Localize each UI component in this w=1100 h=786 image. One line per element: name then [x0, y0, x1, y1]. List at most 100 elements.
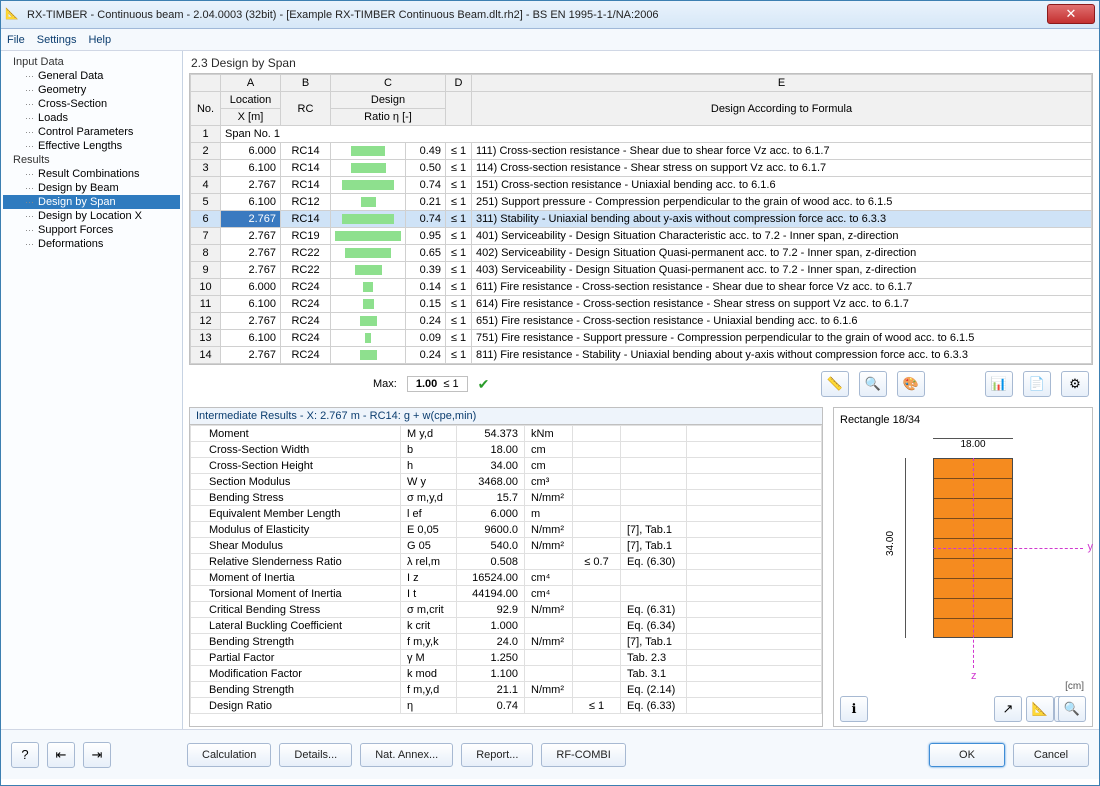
- cancel-button[interactable]: Cancel: [1013, 743, 1089, 767]
- tree-results[interactable]: Results: [3, 153, 180, 167]
- table-row[interactable]: 56.100RC120.21≤ 1251) Support pressure -…: [191, 194, 1092, 211]
- hdr-ratio: Ratio η [-]: [331, 109, 446, 126]
- tree-item[interactable]: Design by Span: [3, 195, 180, 209]
- dim-height: 34.00: [905, 458, 906, 638]
- import-icon[interactable]: ⇤: [47, 742, 75, 768]
- diagram-title: Rectangle 18/34: [838, 412, 1088, 428]
- result-row: Moment of InertiaI z16524.00cm⁴: [191, 570, 822, 586]
- details-button[interactable]: Details...: [279, 743, 352, 767]
- app-icon: 📐: [5, 7, 21, 23]
- menu-help[interactable]: Help: [88, 34, 111, 46]
- result-row: Lateral Buckling Coefficientk crit1.000E…: [191, 618, 822, 634]
- tool-2-icon[interactable]: 🔍: [859, 371, 887, 397]
- tree-item[interactable]: Loads: [3, 111, 180, 125]
- tree-item[interactable]: Design by Location X: [3, 209, 180, 223]
- result-row: Critical Bending Stressσ m,crit92.9N/mm²…: [191, 602, 822, 618]
- result-row: Cross-Section Widthb18.00cm: [191, 442, 822, 458]
- result-row: Section ModulusW y3468.00cm³: [191, 474, 822, 490]
- hdr-rc: RC: [281, 92, 331, 126]
- tool-6-icon[interactable]: ⚙: [1061, 371, 1089, 397]
- intermediate-title: Intermediate Results - X: 2.767 m - RC14…: [190, 408, 822, 425]
- tool-1-icon[interactable]: 📏: [821, 371, 849, 397]
- tree-item[interactable]: General Data: [3, 69, 180, 83]
- col-d: D: [446, 75, 472, 92]
- table-row[interactable]: 142.767RC240.24≤ 1811) Fire resistance -…: [191, 347, 1092, 364]
- hdr-xm: X [m]: [221, 109, 281, 126]
- table-row[interactable]: 136.100RC240.09≤ 1751) Fire resistance -…: [191, 330, 1092, 347]
- calculation-button[interactable]: Calculation: [187, 743, 271, 767]
- ok-button[interactable]: OK: [929, 743, 1005, 767]
- axis-y: [933, 548, 1083, 549]
- axis-z: [973, 458, 974, 668]
- tool-4-icon[interactable]: 📊: [985, 371, 1013, 397]
- table-row[interactable]: 36.100RC140.50≤ 1114) Cross-section resi…: [191, 160, 1092, 177]
- max-label: Max:: [373, 378, 397, 390]
- max-value: 1.00 ≤ 1: [407, 376, 468, 392]
- tree-item[interactable]: Cross-Section: [3, 97, 180, 111]
- table-row[interactable]: 92.767RC220.39≤ 1403) Serviceability - D…: [191, 262, 1092, 279]
- tree-item[interactable]: Result Combinations: [3, 167, 180, 181]
- diagram-btn-2-icon[interactable]: 📐: [1026, 696, 1054, 722]
- result-row: Bending Strengthf m,y,k24.0N/mm²[7], Tab…: [191, 634, 822, 650]
- result-row: Design Ratioη0.74≤ 1Eq. (6.33): [191, 698, 822, 714]
- result-row: MomentM y,d54.373kNm: [191, 426, 822, 442]
- tree-input-data[interactable]: Input Data: [3, 55, 180, 69]
- tree-item[interactable]: Effective Lengths: [3, 139, 180, 153]
- dim-width: 18.00: [933, 438, 1013, 450]
- nav-tree: Input Data General DataGeometryCross-Sec…: [1, 51, 183, 729]
- diagram-btn-1-icon[interactable]: ↗: [994, 696, 1022, 722]
- col-b: B: [281, 75, 331, 92]
- result-row: Shear ModulusG 05540.0N/mm²[7], Tab.1: [191, 538, 822, 554]
- result-row: Relative Slenderness Ratioλ rel,m0.508≤ …: [191, 554, 822, 570]
- tree-item[interactable]: Geometry: [3, 83, 180, 97]
- intermediate-results: Intermediate Results - X: 2.767 m - RC14…: [189, 407, 823, 727]
- window-title: RX-TIMBER - Continuous beam - 2.04.0003 …: [27, 9, 1095, 21]
- result-row: Modulus of ElasticityE 0,059600.0N/mm²[7…: [191, 522, 822, 538]
- result-row: Cross-Section Heighth34.00cm: [191, 458, 822, 474]
- tree-item[interactable]: Deformations: [3, 237, 180, 251]
- titlebar: 📐 RX-TIMBER - Continuous beam - 2.04.000…: [1, 1, 1099, 29]
- table-row[interactable]: 26.000RC140.49≤ 1111) Cross-section resi…: [191, 143, 1092, 160]
- design-grid[interactable]: A B C D E No. Location RC Design Design …: [189, 73, 1093, 365]
- close-button[interactable]: ✕: [1047, 4, 1095, 24]
- menubar: File Settings Help: [1, 29, 1099, 51]
- result-row: Modification Factork mod1.100Tab. 3.1: [191, 666, 822, 682]
- table-row[interactable]: 122.767RC240.24≤ 1651) Fire resistance -…: [191, 313, 1092, 330]
- rf-combi-button[interactable]: RF-COMBI: [541, 743, 625, 767]
- report-button[interactable]: Report...: [461, 743, 533, 767]
- section-title: 2.3 Design by Span: [189, 53, 1093, 73]
- table-row[interactable]: 82.767RC220.65≤ 1402) Serviceability - D…: [191, 245, 1092, 262]
- footer: ? ⇤ ⇥ Calculation Details... Nat. Annex.…: [1, 729, 1099, 779]
- diagram-info-icon[interactable]: ℹ: [840, 696, 868, 722]
- tree-item[interactable]: Support Forces: [3, 223, 180, 237]
- result-row: Bending Stressσ m,y,d15.7N/mm²: [191, 490, 822, 506]
- tree-item[interactable]: Design by Beam: [3, 181, 180, 195]
- table-row[interactable]: 62.767RC140.74≤ 1311) Stability - Uniaxi…: [191, 211, 1092, 228]
- hdr-location: Location: [221, 92, 281, 109]
- span-header: Span No. 1: [221, 126, 1092, 143]
- table-row[interactable]: 42.767RC140.74≤ 1151) Cross-section resi…: [191, 177, 1092, 194]
- export-icon[interactable]: ⇥: [83, 742, 111, 768]
- result-row: Partial Factorγ M1.250Tab. 2.3: [191, 650, 822, 666]
- diagram-unit: [cm]: [1065, 681, 1084, 692]
- table-row[interactable]: 72.767RC190.95≤ 1401) Serviceability - D…: [191, 228, 1092, 245]
- col-c: C: [331, 75, 446, 92]
- table-row[interactable]: 106.000RC240.14≤ 1611) Fire resistance -…: [191, 279, 1092, 296]
- hdr-design: Design: [331, 92, 446, 109]
- tool-3-icon[interactable]: 🎨: [897, 371, 925, 397]
- hdr-formula: Design According to Formula: [472, 92, 1092, 126]
- help-icon[interactable]: ?: [11, 742, 39, 768]
- menu-settings[interactable]: Settings: [37, 34, 77, 46]
- tree-item[interactable]: Control Parameters: [3, 125, 180, 139]
- nat-annex-button[interactable]: Nat. Annex...: [360, 743, 453, 767]
- check-icon: ✔: [478, 376, 490, 393]
- table-row[interactable]: 116.100RC240.15≤ 1614) Fire resistance -…: [191, 296, 1092, 313]
- col-e: E: [472, 75, 1092, 92]
- diagram-btn-3-icon[interactable]: 🔍: [1058, 696, 1086, 722]
- cross-section-diagram: Rectangle 18/34 18.00 34.00 [cm] ℹ ↗: [833, 407, 1093, 727]
- result-row: Bending Strengthf m,y,d21.1N/mm²Eq. (2.1…: [191, 682, 822, 698]
- tool-5-icon[interactable]: 📄: [1023, 371, 1051, 397]
- menu-file[interactable]: File: [7, 34, 25, 46]
- hdr-no: No.: [191, 92, 221, 126]
- result-row: Torsional Moment of InertiaI t44194.00cm…: [191, 586, 822, 602]
